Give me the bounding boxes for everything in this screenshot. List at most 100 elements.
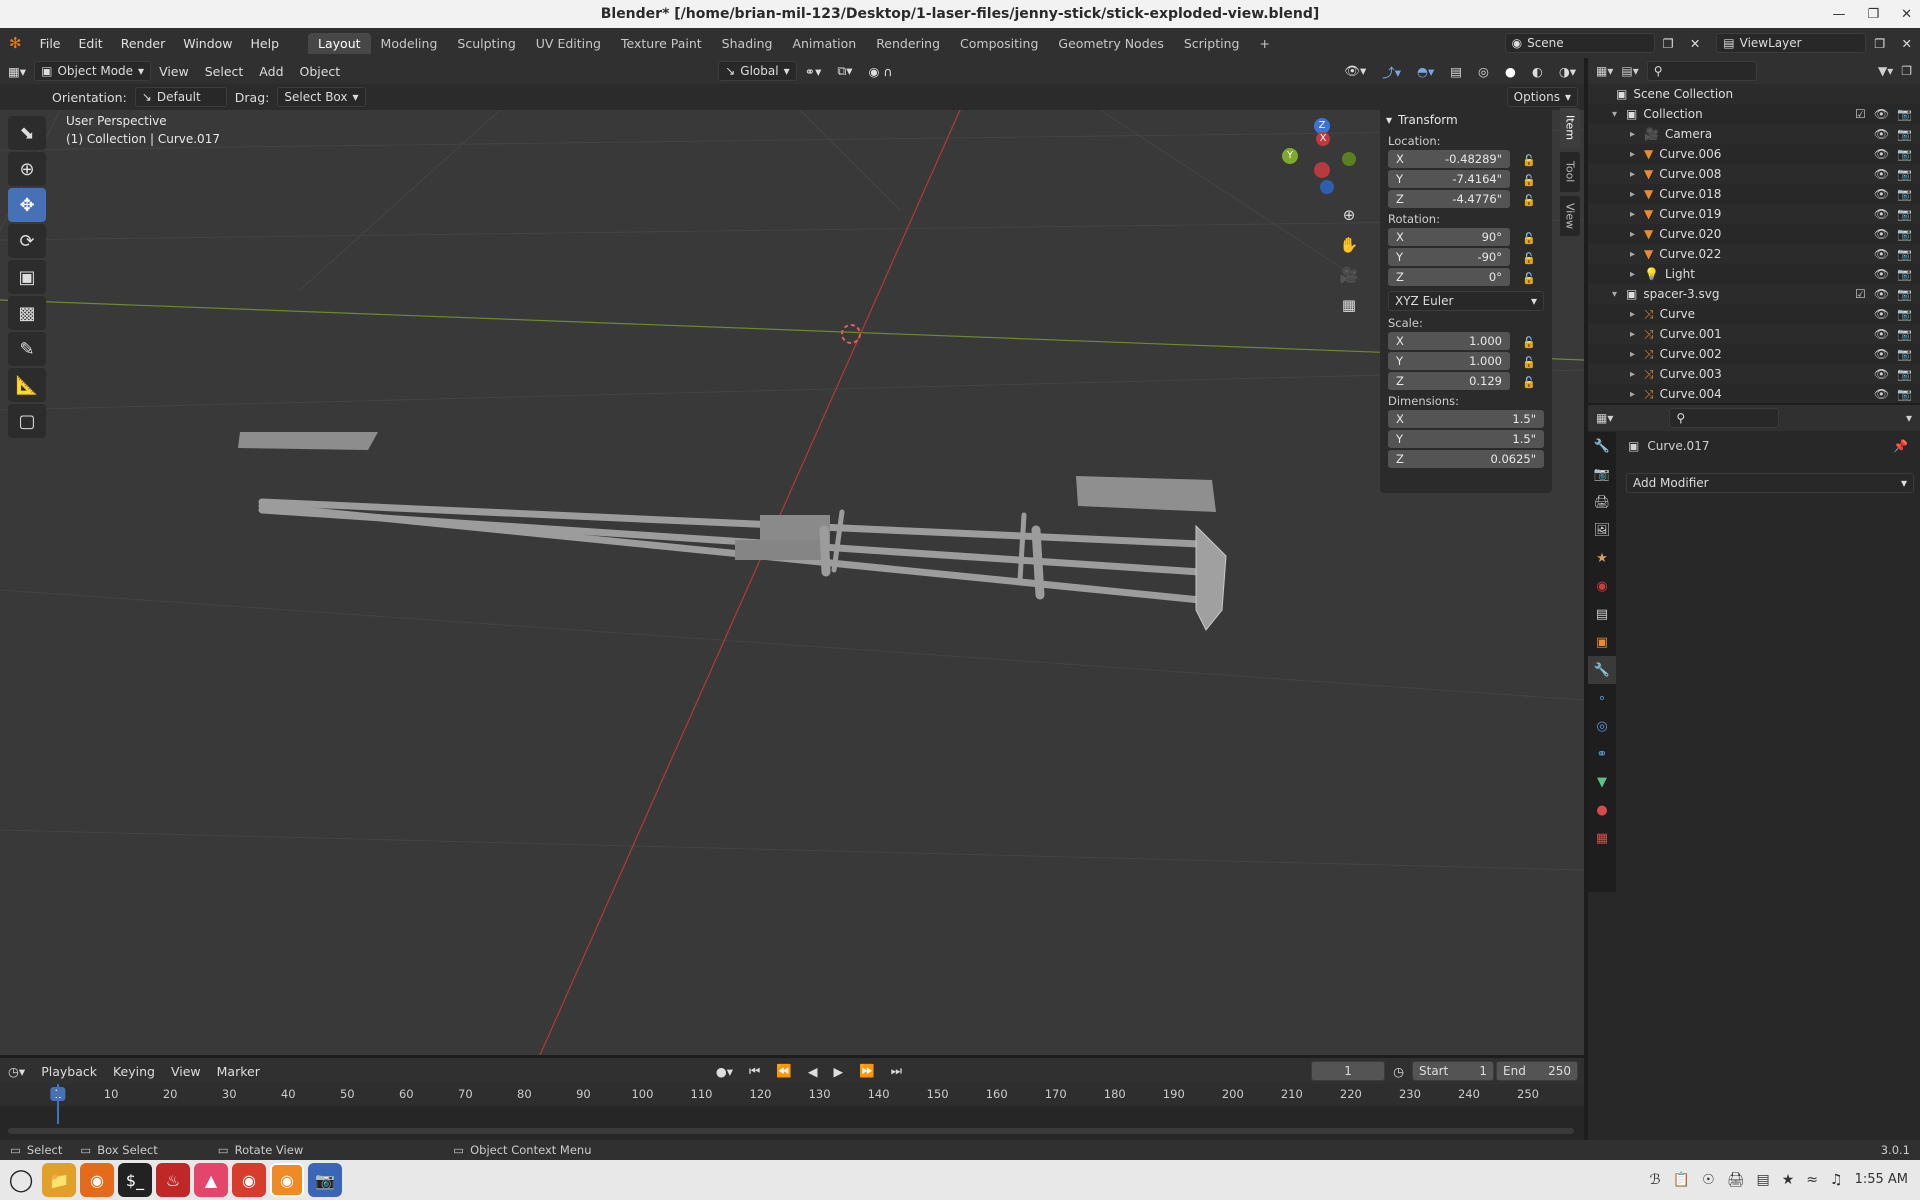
shading-wireframe-icon[interactable]: ◎ <box>1470 64 1497 79</box>
tab-tool[interactable]: Tool <box>1560 152 1580 192</box>
lock-icon[interactable]: 🔓 <box>1522 174 1536 187</box>
location-y-field[interactable]: Y -7.4164" <box>1388 170 1510 188</box>
render-camera-icon[interactable]: 📷 <box>1897 347 1912 361</box>
shading-rendered-icon[interactable]: ◑▾ <box>1551 64 1584 79</box>
lock-icon[interactable]: 🔓 <box>1522 336 1536 349</box>
outliner-row[interactable]: ▸ ▼ Curve.022 👁 📷 <box>1588 244 1920 264</box>
render-camera-icon[interactable]: 📷 <box>1897 307 1912 321</box>
eye-icon[interactable]: 👁 <box>1874 107 1889 121</box>
add-cube-tool-icon[interactable]: ▢ <box>8 404 46 438</box>
outliner-row[interactable]: ▸ ▼ Curve.018 👁 📷 <box>1588 184 1920 204</box>
menu-window[interactable]: Window <box>174 36 241 51</box>
scene-selector[interactable]: ◉ Scene <box>1504 33 1655 53</box>
outliner-search-input[interactable]: ⚲ <box>1646 61 1757 81</box>
eye-icon[interactable]: 👁 <box>1874 167 1889 181</box>
render-camera-icon[interactable]: 📷 <box>1897 127 1912 141</box>
tab-sculpting[interactable]: Sculpting <box>447 33 525 54</box>
lock-icon[interactable]: 🔓 <box>1522 356 1536 369</box>
render-camera-icon[interactable]: 📷 <box>1897 167 1912 181</box>
outliner-row[interactable]: ▸ ⤨ Curve.003 👁 📷 <box>1588 364 1920 384</box>
tab-animation[interactable]: Animation <box>782 33 866 54</box>
snap-icon[interactable]: ⧉▾ <box>829 63 860 79</box>
expand-icon[interactable]: ▸ <box>1630 249 1644 260</box>
checkbox-icon[interactable]: ☑ <box>1855 287 1866 301</box>
viewport-menu-object[interactable]: Object <box>292 64 349 79</box>
jump-end-icon[interactable]: ⏭ <box>883 1063 910 1079</box>
play-reverse-icon[interactable]: ◀ <box>800 1064 826 1079</box>
dimensions-z-field[interactable]: Z 0.0625" <box>1388 450 1544 468</box>
scale-y-field[interactable]: Y 1.000 <box>1388 352 1510 370</box>
terminal-app-icon[interactable]: $_ <box>118 1163 152 1197</box>
cursor-tool-icon[interactable]: ⊕ <box>8 152 46 186</box>
3d-viewport[interactable]: User Perspective (1) Collection | Curve.… <box>0 110 1584 1055</box>
menu-edit[interactable]: Edit <box>70 36 112 51</box>
render-camera-icon[interactable]: 📷 <box>1897 327 1912 341</box>
menu-render[interactable]: Render <box>112 36 175 51</box>
timeline-menu-marker[interactable]: Marker <box>209 1064 268 1079</box>
lock-icon[interactable]: 🔓 <box>1522 194 1536 207</box>
outliner-row[interactable]: ▸ ⤨ Curve.004 👁 📷 <box>1588 384 1920 404</box>
dimensions-y-field[interactable]: Y 1.5" <box>1388 430 1544 448</box>
maximize-icon[interactable]: ❐ <box>1867 7 1879 22</box>
outliner-scene-collection[interactable]: ▣ Scene Collection <box>1588 84 1920 104</box>
minimize-icon[interactable]: — <box>1832 7 1845 22</box>
tab-view[interactable]: View <box>1560 196 1580 236</box>
lock-icon[interactable]: 🔓 <box>1522 232 1536 245</box>
transform-section-header[interactable]: ▾ Transform <box>1380 108 1552 132</box>
rotate-tool-icon[interactable]: ⟳ <box>8 224 46 258</box>
pan-hand-icon[interactable]: ✋ <box>1336 230 1362 260</box>
select-box-tool-icon[interactable]: ⬊ <box>8 116 46 150</box>
checkbox-icon[interactable]: ☑ <box>1855 107 1866 121</box>
jump-start-icon[interactable]: ⏮ <box>741 1063 768 1079</box>
rotation-mode-dropdown[interactable]: XYZ Euler ▾ <box>1388 291 1544 311</box>
rotation-z-field[interactable]: Z 0° <box>1388 268 1510 286</box>
close-icon[interactable]: ✕ <box>1901 7 1912 22</box>
scale-tool-icon[interactable]: ▣ <box>8 260 46 294</box>
chevron-down-icon[interactable]: ▾ <box>1906 411 1912 425</box>
app-icon-dragon[interactable]: ♨ <box>156 1163 190 1197</box>
eye-icon[interactable]: 👁 <box>1874 267 1889 281</box>
start-menu-icon[interactable]: ◯ <box>4 1163 38 1197</box>
expand-icon[interactable]: ▸ <box>1630 229 1644 240</box>
menu-help[interactable]: Help <box>242 36 289 51</box>
add-workspace-icon[interactable]: + <box>1249 33 1279 54</box>
eye-icon[interactable]: 👁 <box>1874 147 1889 161</box>
add-modifier-dropdown[interactable]: Add Modifier ▾ <box>1626 473 1914 493</box>
tab-modeling[interactable]: Modeling <box>371 33 448 54</box>
clock-time[interactable]: 1:55 AM <box>1855 1172 1908 1188</box>
expand-icon[interactable]: ▸ <box>1630 329 1644 340</box>
object-tab-icon[interactable]: ▣ <box>1588 628 1616 656</box>
overlay-icon[interactable]: ◓▾ <box>1409 64 1442 79</box>
zoom-icon[interactable]: ⊕ <box>1336 200 1362 230</box>
next-keyframe-icon[interactable]: ⏩ <box>851 1063 883 1079</box>
expand-icon[interactable]: ▸ <box>1630 349 1644 360</box>
timeline-menu-keying[interactable]: Keying <box>105 1064 163 1079</box>
eye-icon[interactable]: 👁 <box>1874 247 1889 261</box>
tab-compositing[interactable]: Compositing <box>950 33 1048 54</box>
y-axis-icon[interactable]: Y <box>1282 148 1298 164</box>
expand-icon[interactable]: ▾ <box>1612 109 1626 120</box>
new-scene-icon[interactable]: ❐ <box>1655 36 1682 51</box>
outliner-row[interactable]: ▸ ⤨ Curve.001 👁 📷 <box>1588 324 1920 344</box>
texture-tab-icon[interactable]: ▦ <box>1588 824 1616 852</box>
dimensions-x-field[interactable]: X 1.5" <box>1388 410 1544 428</box>
lock-icon[interactable]: 🔓 <box>1522 252 1536 265</box>
drag-dropdown[interactable]: Select Box ▾ <box>277 87 366 107</box>
outliner-row[interactable]: ▾ ▣ Collection ☑ 👁 📷 <box>1588 104 1920 124</box>
printer-icon[interactable]: 🖨 <box>1727 1172 1745 1188</box>
shading-material-icon[interactable]: ◐ <box>1524 64 1551 79</box>
tab-texture-paint[interactable]: Texture Paint <box>611 33 712 54</box>
scene-tab-icon[interactable]: ★ <box>1588 544 1616 572</box>
wifi-icon[interactable]: ≈ <box>1806 1172 1818 1188</box>
pin-icon[interactable]: 📌 <box>1893 439 1908 453</box>
rotation-y-field[interactable]: Y -90° <box>1388 248 1510 266</box>
start-frame-field[interactable]: Start 1 <box>1412 1061 1494 1081</box>
new-viewlayer-icon[interactable]: ❐ <box>1866 36 1893 51</box>
update-shield-icon[interactable]: ☉ <box>1702 1172 1715 1188</box>
outliner-row[interactable]: ▸ ⤨ Curve 👁 📷 <box>1588 304 1920 324</box>
neg-x-axis-icon[interactable] <box>1314 162 1330 178</box>
transform-tool-icon[interactable]: ▩ <box>8 296 46 330</box>
eye-icon[interactable]: 👁 <box>1874 367 1889 381</box>
editor-type-icon[interactable]: ◷▾ <box>0 1064 33 1079</box>
tool-tab-icon[interactable]: 🔧 <box>1588 432 1616 460</box>
